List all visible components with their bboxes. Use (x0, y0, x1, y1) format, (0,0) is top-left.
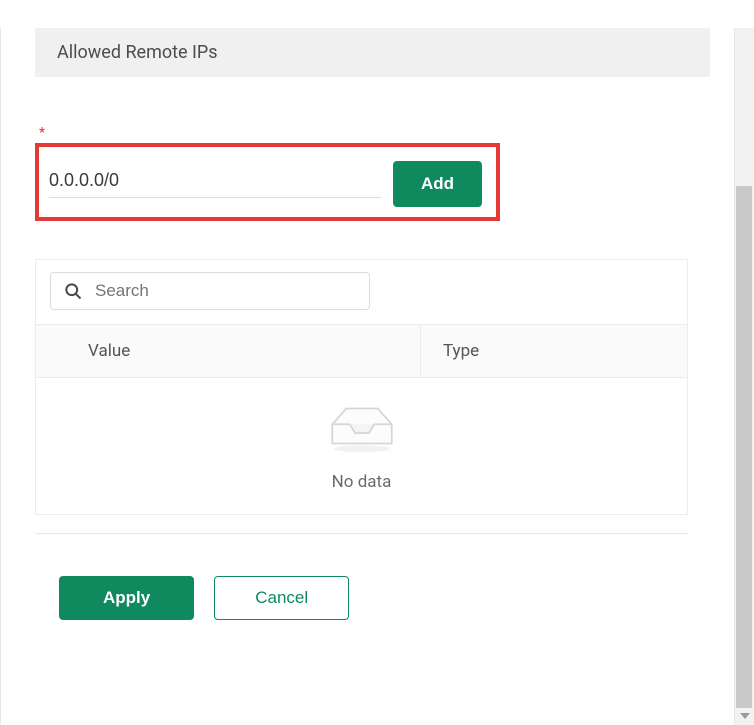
search-row (36, 260, 687, 324)
data-panel: Value Type No data (35, 259, 688, 515)
search-icon (63, 281, 83, 301)
column-header-type[interactable]: Type (421, 325, 687, 377)
cancel-button[interactable]: Cancel (214, 576, 349, 620)
inbox-icon (320, 398, 404, 458)
column-header-value[interactable]: Value (36, 325, 421, 377)
empty-state: No data (36, 378, 687, 514)
search-input[interactable] (95, 281, 357, 301)
ip-input[interactable] (49, 170, 381, 191)
table-header: Value Type (36, 324, 687, 378)
required-asterisk: * (39, 125, 500, 141)
actions-row: Apply Cancel (35, 533, 688, 620)
section-header: Allowed Remote IPs (35, 28, 710, 77)
scrollbar-track[interactable] (734, 28, 754, 725)
ip-entry-section: * Add (35, 125, 500, 221)
no-data-label: No data (36, 472, 687, 492)
add-button[interactable]: Add (393, 161, 482, 207)
ip-entry-highlight: Add (35, 143, 500, 221)
scrollbar-thumb[interactable] (736, 186, 752, 708)
search-box[interactable] (50, 272, 370, 310)
apply-button[interactable]: Apply (59, 576, 194, 620)
ip-input-wrap (49, 170, 381, 198)
scroll-down-icon[interactable] (740, 713, 750, 719)
